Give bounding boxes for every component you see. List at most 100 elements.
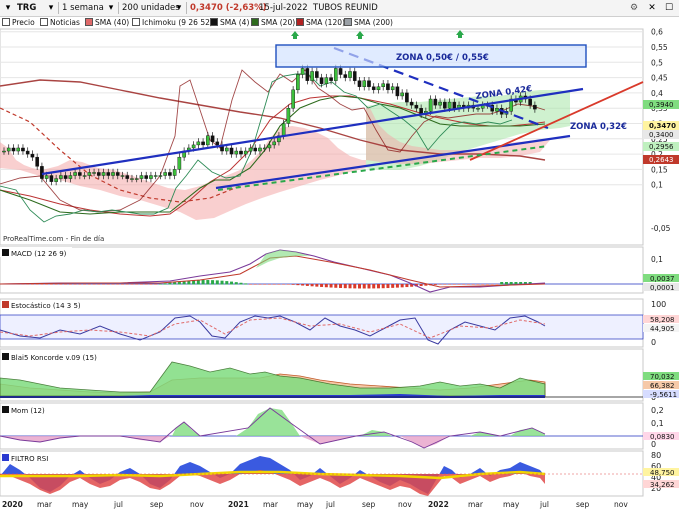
x-tick-label: jul	[539, 500, 549, 509]
macd-bar	[163, 283, 167, 285]
svg-text:0,0001: 0,0001	[650, 284, 675, 292]
macd-bar	[54, 284, 58, 285]
stochastic-label: Estocástico (14 3 5)	[11, 302, 81, 310]
macd-bar	[196, 280, 200, 285]
svg-text:48,750: 48,750	[650, 469, 675, 477]
macd-bar	[258, 284, 262, 285]
macd-bar	[485, 284, 489, 285]
candle	[400, 89, 404, 100]
macd-bar	[495, 284, 499, 285]
macd-bar	[206, 280, 210, 285]
candle	[248, 144, 253, 155]
x-tick-label: mar	[263, 500, 279, 509]
candle	[376, 83, 381, 94]
candle	[343, 70, 348, 82]
price-tick-label: -0,05	[651, 224, 671, 233]
macd-bar	[253, 284, 257, 285]
price-tag: 0,2643	[643, 155, 679, 164]
macd-bar	[106, 284, 110, 285]
macd-bar	[244, 283, 248, 285]
x-tick-label: 2022	[428, 500, 449, 509]
macd-bar	[59, 284, 63, 285]
svg-text:0: 0	[651, 338, 656, 347]
macd-bar	[471, 284, 475, 285]
svg-text:0,0037: 0,0037	[650, 275, 675, 283]
x-tick-label: mar	[468, 500, 484, 509]
zone-032-label: ZONA 0,32€	[570, 122, 627, 132]
svg-text:0,3400: 0,3400	[649, 131, 674, 139]
macd-bar	[225, 281, 229, 285]
macd-bar	[220, 280, 224, 285]
macd-bar	[40, 284, 44, 285]
rsi-filter-label: FILTRO RSI	[11, 455, 48, 463]
candle	[253, 144, 258, 155]
macd-bar	[282, 284, 286, 285]
macd-bar	[68, 284, 72, 285]
price-tag: 0,3940	[643, 100, 679, 109]
macd-bar	[130, 284, 134, 285]
candle	[234, 147, 239, 158]
macd-bar	[334, 284, 338, 288]
macd-bar	[372, 284, 376, 289]
macd-bar	[438, 284, 442, 285]
macd-bar	[267, 284, 271, 285]
candle	[381, 80, 386, 91]
candle	[386, 80, 390, 94]
svg-text:0,2: 0,2	[651, 406, 664, 415]
candle	[395, 83, 400, 100]
macd-bar	[135, 284, 139, 285]
svg-text:0,0830: 0,0830	[650, 433, 675, 441]
macd-bar	[400, 284, 404, 288]
macd-bar	[272, 284, 276, 285]
macd-panel: MACD (12 26 9) 0,1 0,0037 0,0001	[0, 247, 679, 293]
x-tick-label: sep	[362, 500, 376, 509]
candle	[390, 83, 395, 94]
candle	[315, 67, 319, 82]
macd-bar	[305, 284, 309, 286]
candle	[367, 76, 371, 91]
x-tick-label: sep	[576, 500, 590, 509]
rsi-filter-panel: FILTRO RSI 80 60 40 20 48,750 34,262	[0, 451, 679, 496]
macd-bar	[116, 284, 120, 285]
svg-text:0,3470: 0,3470	[649, 122, 676, 130]
macd-bar	[348, 284, 352, 289]
x-tick-label: may	[72, 500, 89, 509]
macd-bar	[315, 284, 319, 287]
macd-bar	[395, 284, 399, 288]
price-tick-label: 0,45	[651, 74, 668, 83]
macd-bar	[97, 284, 101, 285]
price-tick-label: 0,5	[651, 58, 663, 67]
x-tick-label: sep	[150, 500, 164, 509]
macd-bar	[87, 284, 91, 285]
candle	[243, 147, 248, 158]
macd-bar	[367, 284, 371, 289]
momentum-positive	[172, 408, 545, 436]
macd-bar	[433, 284, 437, 285]
candle	[35, 153, 39, 171]
macd-bar	[457, 284, 461, 285]
macd-bar	[215, 280, 219, 285]
macd-bar	[248, 284, 252, 285]
macd-fill	[256, 250, 310, 268]
macd-bar	[286, 284, 290, 285]
macd-bar	[467, 284, 471, 285]
macd-bar	[73, 284, 77, 285]
candle	[182, 147, 186, 161]
macd-bar	[490, 284, 494, 285]
macd-bar	[443, 284, 447, 285]
macd-bar	[211, 280, 215, 285]
macd-bar	[324, 284, 328, 288]
price-tick-label: 0,15	[651, 165, 668, 174]
macd-bar	[329, 284, 333, 288]
macd-bar	[78, 284, 82, 285]
candle	[11, 144, 16, 155]
attribution: ProRealTime.com - Fin de día	[3, 235, 104, 243]
macd-bar	[102, 284, 106, 285]
macd-bar	[509, 282, 513, 285]
x-tick-label: 2021	[228, 500, 249, 509]
candle	[25, 147, 30, 158]
macd-bar	[362, 284, 366, 289]
candle	[21, 144, 25, 155]
candle	[196, 138, 201, 149]
svg-text:70,032: 70,032	[650, 373, 675, 381]
